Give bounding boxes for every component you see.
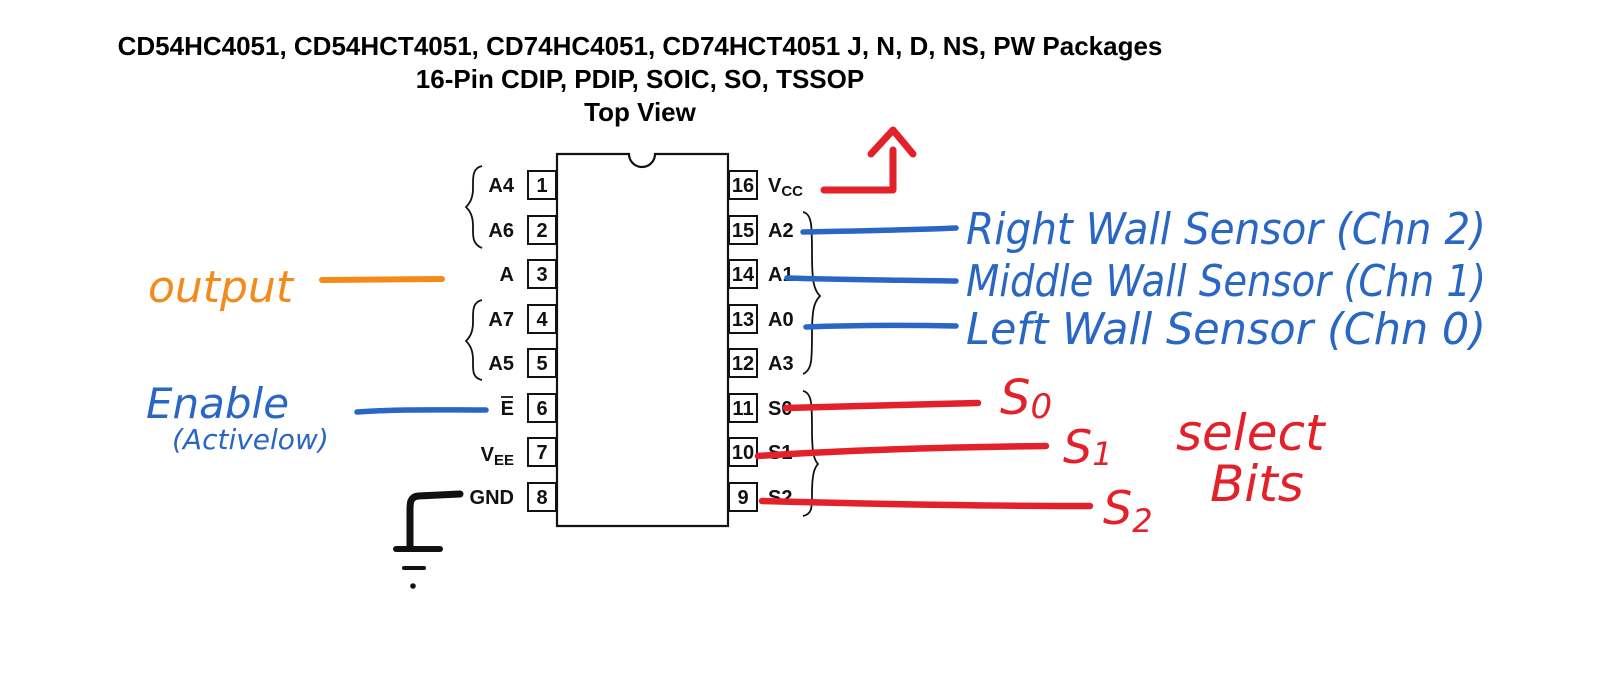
ground-icon	[393, 490, 464, 589]
pin-number-2: 2	[536, 220, 547, 242]
s1-label: S1	[1063, 420, 1113, 474]
pin-label-a2: A2	[768, 220, 794, 242]
right-pins: 16 15 14 13 12 11 10 9 VCC A2 A1 A0 A3 S…	[728, 170, 822, 517]
pin-label-gnd: GND	[470, 487, 514, 509]
pinout-diagram: CD54HC4051, CD54HCT4051, CD74HC4051, CD7…	[118, 31, 1486, 589]
pin-number-16: 16	[732, 175, 754, 197]
output-line	[319, 276, 445, 283]
pin-label-vcc: VCC	[768, 175, 803, 200]
pin-label-vee: VEE	[481, 444, 514, 469]
pin-label-a3: A3	[768, 353, 794, 375]
pin-number-13: 13	[732, 309, 754, 331]
pin-label-e: E	[501, 398, 514, 420]
pin-number-8: 8	[536, 487, 547, 509]
pin-number-15: 15	[732, 220, 754, 242]
left-pins: 1 2 3 4 5 6 7 8 A4 A6 A A7 A5 E VEE GND	[464, 165, 557, 512]
title-line-1: CD54HC4051, CD54HCT4051, CD74HC4051, CD7…	[118, 31, 1163, 61]
s0-line	[782, 399, 982, 412]
right-sensor-label: Right Wall Sensor (Chn 2)	[966, 204, 1486, 255]
pin-number-12: 12	[732, 353, 754, 375]
brace-a4-a6	[464, 165, 483, 249]
pin-number-14: 14	[732, 264, 755, 286]
pin-number-1: 1	[536, 175, 547, 197]
pin-label-a: A	[500, 264, 514, 286]
pin-number-3: 3	[536, 264, 547, 286]
pin-number-9: 9	[737, 487, 748, 509]
pin-label-s2: S2	[768, 487, 792, 509]
pin-number-11: 11	[732, 398, 753, 420]
s1-line	[754, 442, 1050, 460]
pin-label-a4: A4	[488, 175, 514, 197]
pin-number-10: 10	[732, 442, 754, 464]
pin-label-a6: A6	[488, 220, 514, 242]
right-sensor-line	[800, 225, 959, 235]
middle-sensor-label: Middle Wall Sensor (Chn 1)	[966, 256, 1486, 307]
pin-label-a5: A5	[488, 353, 514, 375]
vcc-wire	[820, 146, 897, 194]
brace-a2-a3	[802, 211, 822, 375]
s2-line	[758, 497, 1094, 510]
s2-label: S2	[1103, 481, 1153, 540]
pin-number-7: 7	[536, 442, 547, 464]
pin-number-4: 4	[536, 309, 548, 331]
left-sensor-line	[803, 322, 959, 330]
title-line-3: Top View	[584, 97, 696, 127]
s0-label: S0	[1000, 370, 1052, 427]
ic-body	[555, 152, 730, 528]
output-label: output	[148, 262, 295, 313]
pin-label-a7: A7	[488, 309, 514, 331]
left-sensor-label: Left Wall Sensor (Chn 0)	[966, 304, 1486, 355]
brace-a7-a5	[464, 299, 483, 381]
enable-line	[354, 407, 489, 415]
bits-label: Bits	[1210, 455, 1304, 513]
pin-label-a1: A1	[768, 264, 794, 286]
enable-note: (Activelow)	[172, 423, 329, 456]
middle-sensor-line	[784, 275, 959, 284]
title-line-2: 16-Pin CDIP, PDIP, SOIC, SO, TSSOP	[416, 64, 864, 94]
pin-label-a0: A0	[768, 309, 794, 331]
enable-label: Enable	[146, 379, 289, 428]
select-label: select	[1176, 404, 1327, 462]
pin-number-6: 6	[536, 398, 547, 420]
pin-number-5: 5	[536, 353, 547, 375]
